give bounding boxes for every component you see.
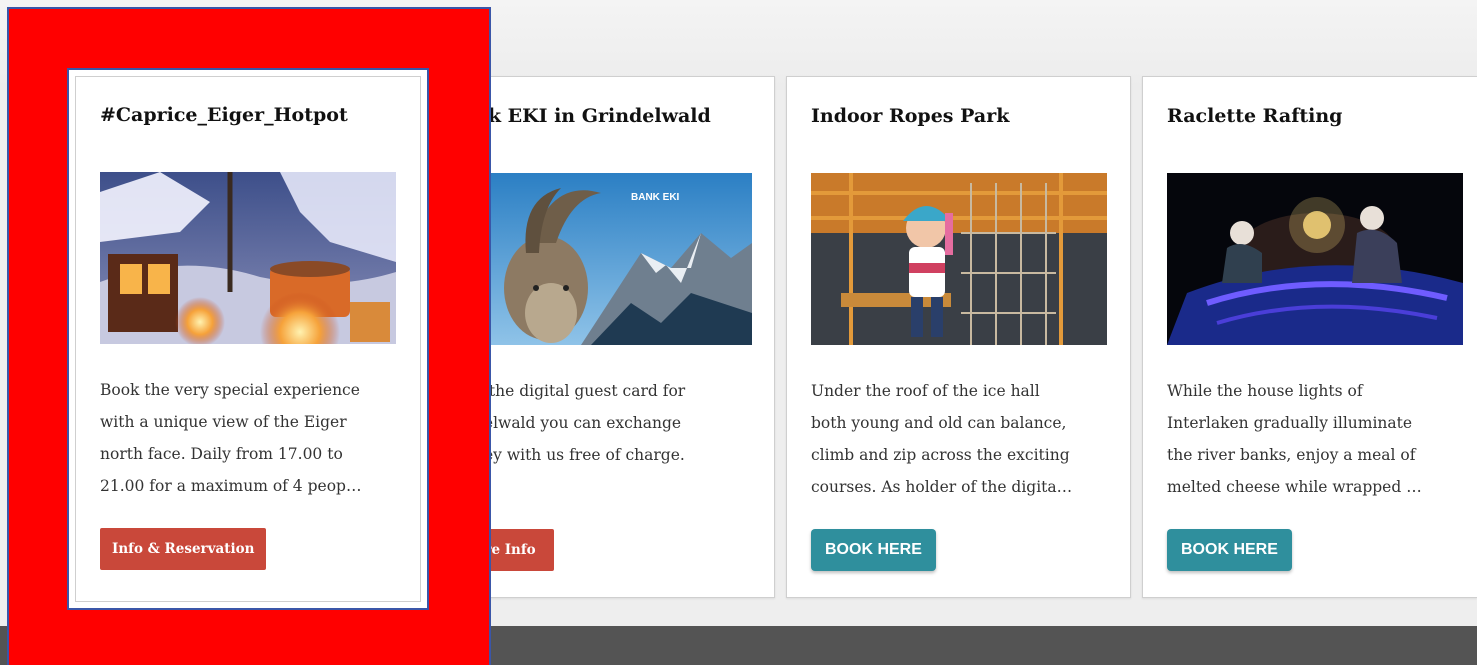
card-image[interactable]: BANK EKI — [491, 173, 752, 345]
card-image[interactable] — [100, 172, 396, 344]
raclette-rafting-photo-icon — [1167, 173, 1463, 345]
card-image[interactable] — [1167, 173, 1463, 345]
bank-eki-logo-text: BANK EKI — [631, 192, 680, 203]
card-indoor-ropes-park: Indoor Ropes Park Under the roof of the … — [786, 76, 1131, 598]
card-title[interactable]: nk EKI in Grindelwald — [474, 105, 711, 127]
card-raclette-rafting: Raclette Rafting While the house lights … — [1142, 76, 1477, 598]
highlight-focus-box: #Caprice_Eiger_Hotpot Book the very spec… — [67, 68, 429, 610]
card-description: Book the very special experience with a … — [100, 381, 362, 495]
ibex-bank-photo-icon: BANK EKI — [491, 173, 752, 345]
info-reservation-button[interactable]: Info & Reservation — [100, 528, 267, 570]
ropes-park-photo-icon — [811, 173, 1107, 345]
card-description: While the house lights of Interlaken gra… — [1167, 382, 1422, 496]
hotpot-photo-icon — [100, 172, 396, 344]
card-title[interactable]: Indoor Ropes Park — [811, 105, 1009, 127]
card-title[interactable]: Raclette Rafting — [1167, 105, 1342, 127]
card-image[interactable] — [811, 173, 1107, 345]
card-caprice-eiger-hotpot: #Caprice_Eiger_Hotpot Book the very spec… — [75, 76, 421, 602]
book-here-button[interactable]: BOOK HERE — [811, 529, 936, 571]
book-here-button[interactable]: BOOK HERE — [1167, 529, 1292, 571]
card-description: Under the roof of the ice hall both youn… — [811, 382, 1073, 496]
card-description: n the digital guest card for delwald you… — [474, 382, 686, 464]
card-title[interactable]: #Caprice_Eiger_Hotpot — [100, 104, 348, 126]
